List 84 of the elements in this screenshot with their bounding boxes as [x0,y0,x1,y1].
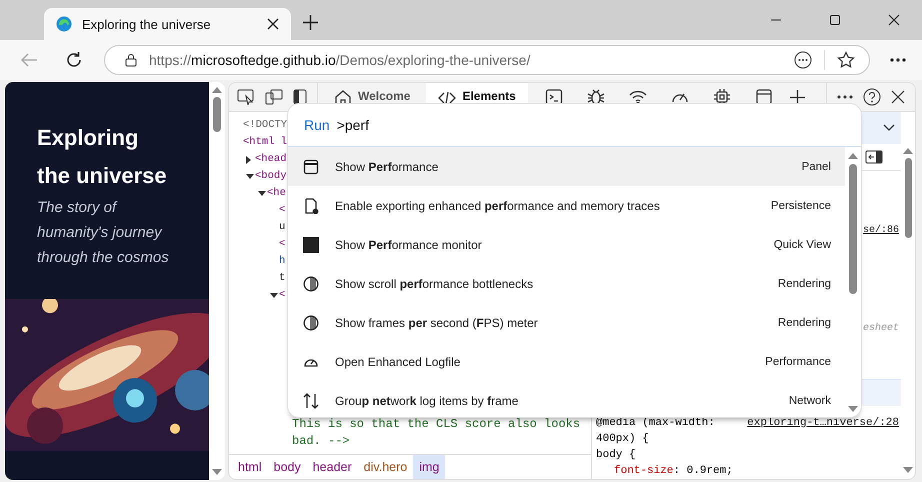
command-item[interactable]: Show Performance monitor Quick View [288,225,845,264]
expand-arrow-icon[interactable] [258,191,266,196]
close-icon[interactable] [891,90,905,104]
media-query: 400px) { [596,432,649,447]
arrows-icon [303,392,319,408]
dom-node-text[interactable]: < [279,236,286,253]
dom-node-text[interactable]: <body [255,168,287,185]
close-icon[interactable] [888,14,900,26]
chevron-down-icon[interactable] [883,124,895,132]
breadcrumb[interactable]: body [268,455,307,479]
source-link[interactable]: exploring-t…niverse/:28 [747,415,899,431]
command-category: Rendering [778,278,831,290]
dom-node-text[interactable]: < [279,202,286,219]
command-item[interactable]: Open Enhanced Logfile Performance [288,342,845,381]
more-icon[interactable] [837,95,853,99]
lock-icon [125,53,137,67]
contrast-icon [303,276,319,292]
browser-logo-icon [56,16,72,32]
tab-title: Exploring the universe [82,16,212,32]
more-icon[interactable] [890,58,906,62]
refresh-icon[interactable] [65,51,83,69]
command-title: Show Performance monitor [335,238,482,252]
command-category: Panel [802,160,831,172]
command-title: Open Enhanced Logfile [335,354,460,368]
command-category: Quick View [774,238,831,250]
more-icon[interactable] [794,51,812,69]
dom-node-text[interactable]: <he [267,185,286,202]
sidebar-toggle-icon[interactable] [865,150,883,164]
browser-tab[interactable]: Exploring the universe [44,8,291,40]
breadcrumb[interactable]: html [232,455,268,479]
dom-node-text[interactable]: u [279,219,286,236]
stylesheet-label: esheet [862,322,899,336]
device-icon[interactable] [265,89,283,105]
command-item[interactable]: Group network log items by frame Network [288,381,845,417]
media-query: @media (max-width: [596,416,715,431]
command-title: Show scroll performance bottlenecks [335,276,534,290]
contrast-icon [303,314,319,330]
square-icon [303,236,319,252]
command-category: Rendering [778,316,831,328]
expand-arrow-icon[interactable] [246,156,251,164]
css-selector: body { [596,448,636,463]
dock-icon[interactable] [293,89,307,105]
command-input[interactable]: >perf [336,117,369,133]
dom-node-text[interactable]: h [279,253,286,270]
breadcrumb[interactable]: header [306,455,358,479]
prompt-label: Run [304,117,330,133]
page-heading: Exploring the universe [37,124,168,190]
close-icon[interactable] [267,18,279,30]
dom-comment-text: This is so that the CLS score also looks [292,416,580,433]
dom-comment-text: bad. --> [292,433,350,450]
command-item[interactable]: Show frames per second (FPS) meter Rendering [288,303,845,342]
command-title: Enable exporting enhanced performance and memory traces [335,198,660,212]
command-title: Group network log items by frame [335,394,518,408]
help-icon[interactable] [863,88,881,106]
inspect-icon[interactable] [237,89,255,105]
address-field[interactable]: https://microsoftedge.github.io/Demos/exploring-the-universe/ [104,45,870,75]
command-category: Network [788,394,831,406]
command-category: Performance [765,356,831,368]
dom-node-text[interactable]: <html l [243,134,288,151]
url-text: https://microsoftedge.github.io/Demos/exploring-the-universe/ [149,52,530,68]
dom-node-text[interactable]: <head [255,151,287,168]
new-tab-icon[interactable] [303,15,318,30]
dom-node-text[interactable]: <!DOCTY [243,117,288,134]
expand-arrow-icon[interactable] [246,174,254,179]
expand-arrow-icon[interactable] [270,293,278,298]
command-title: Show frames per second (FPS) meter [335,316,538,330]
page-subtitle: The story of humanity's journey through the cosmos [37,198,170,268]
breadcrumb[interactable]: img [413,455,446,479]
maximize-icon[interactable] [829,14,841,26]
command-title: Show Performance [335,160,438,174]
command-category: Persistence [770,200,831,212]
add-tab-icon[interactable] [790,90,805,104]
css-declaration[interactable]: font-size: 0.9rem; [614,463,733,479]
source-link[interactable]: se/:86 [862,223,899,239]
dom-node-text[interactable]: < [279,287,286,304]
file-icon [303,198,319,214]
scrollbar[interactable] [209,82,225,480]
command-item[interactable]: Show Performance Panel [288,147,845,186]
command-item[interactable]: Show scroll performance bottlenecks Rendering [288,264,845,303]
panel-icon [303,158,319,174]
dom-node-text[interactable]: t [279,270,286,287]
breadcrumb[interactable]: div.hero [358,455,414,479]
command-item[interactable]: Enable exporting enhanced performance and memory traces Persistence [288,186,845,225]
star-icon[interactable] [837,51,855,69]
